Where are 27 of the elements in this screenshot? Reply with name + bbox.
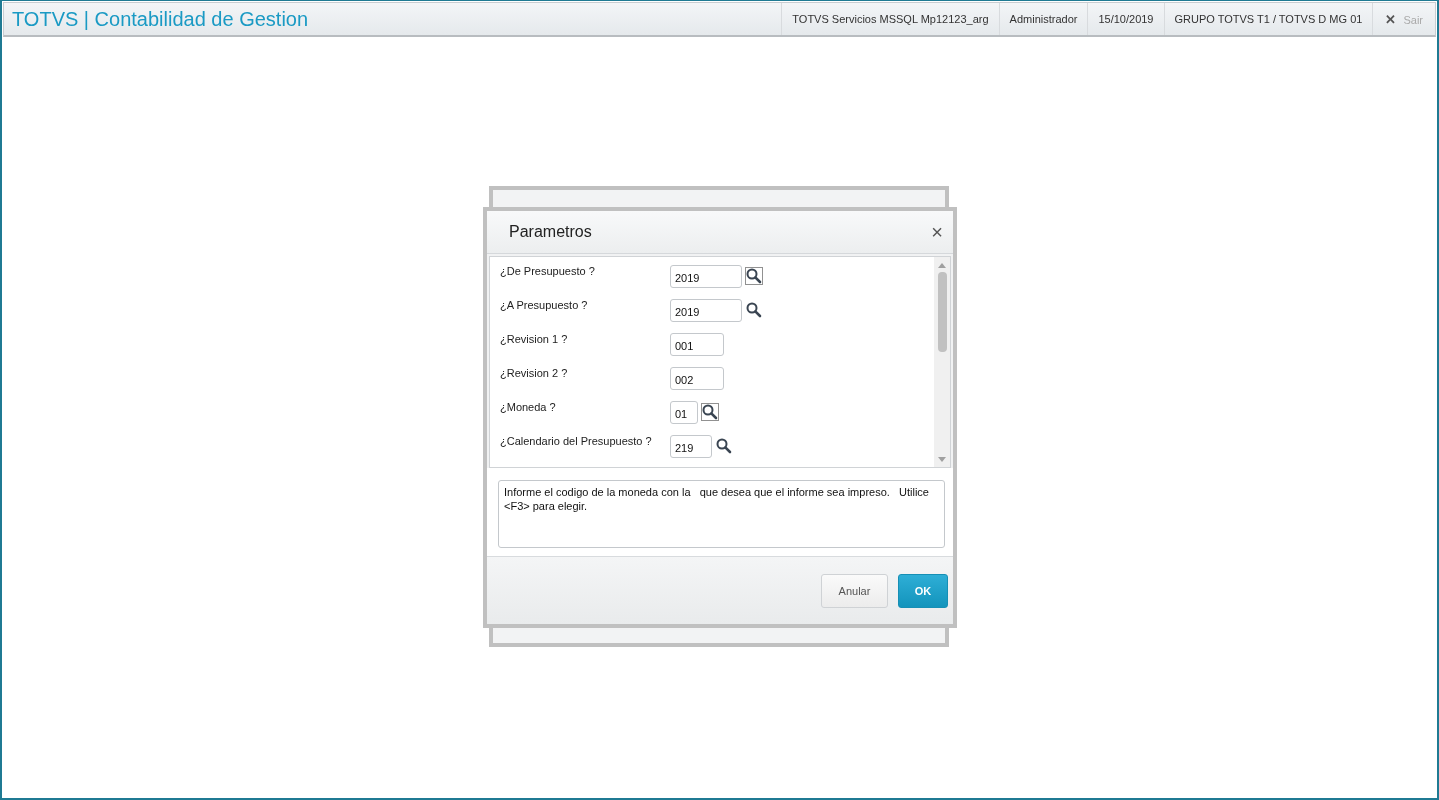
input-field[interactable]: 002	[670, 367, 724, 390]
search-icon[interactable]	[745, 267, 763, 285]
exit-button[interactable]: ✕ Sair	[1372, 3, 1435, 35]
search-icon[interactable]	[715, 437, 733, 455]
parameter-label: ¿Moneda ?	[500, 401, 557, 413]
close-button[interactable]: ×	[931, 222, 943, 242]
parameter-label: ¿Revision 2 ?	[500, 367, 569, 379]
session-info: 15/10/2019	[1087, 3, 1164, 35]
input-field[interactable]: 2019	[670, 265, 742, 288]
parameter-label: ¿Calendario del Presupuesto ?	[500, 435, 653, 447]
input-field[interactable]: 01	[670, 401, 698, 424]
parameter-label: ¿De Presupuesto ?	[500, 265, 596, 277]
session-info: TOTVS Servicios MSSQL Mp12123_arg	[781, 3, 999, 35]
scrollbar[interactable]	[934, 257, 950, 467]
parameter-label: ¿Revision 1 ?	[500, 333, 569, 345]
input-field[interactable]: 001	[670, 333, 724, 356]
cancel-button[interactable]: Anular	[821, 573, 888, 608]
app-title: TOTVS | Contabilidad de Gestion	[12, 7, 309, 31]
input-field[interactable]: 219	[670, 435, 712, 458]
dialog-title: Parametros	[509, 223, 592, 241]
parameter-label: ¿A Presupuesto ?	[500, 299, 589, 311]
input-field[interactable]: 2019	[670, 299, 742, 322]
session-info: Administrador	[998, 3, 1088, 35]
search-icon[interactable]	[745, 301, 763, 319]
search-icon[interactable]	[701, 403, 719, 421]
help-text: Informe el codigo de la moneda con la que desea que el informe sea impreso. Utilice <F3> para elegir.	[498, 480, 945, 548]
session-info: GRUPO TOTVS T1 / TOTVS D MG 01	[1163, 3, 1373, 35]
